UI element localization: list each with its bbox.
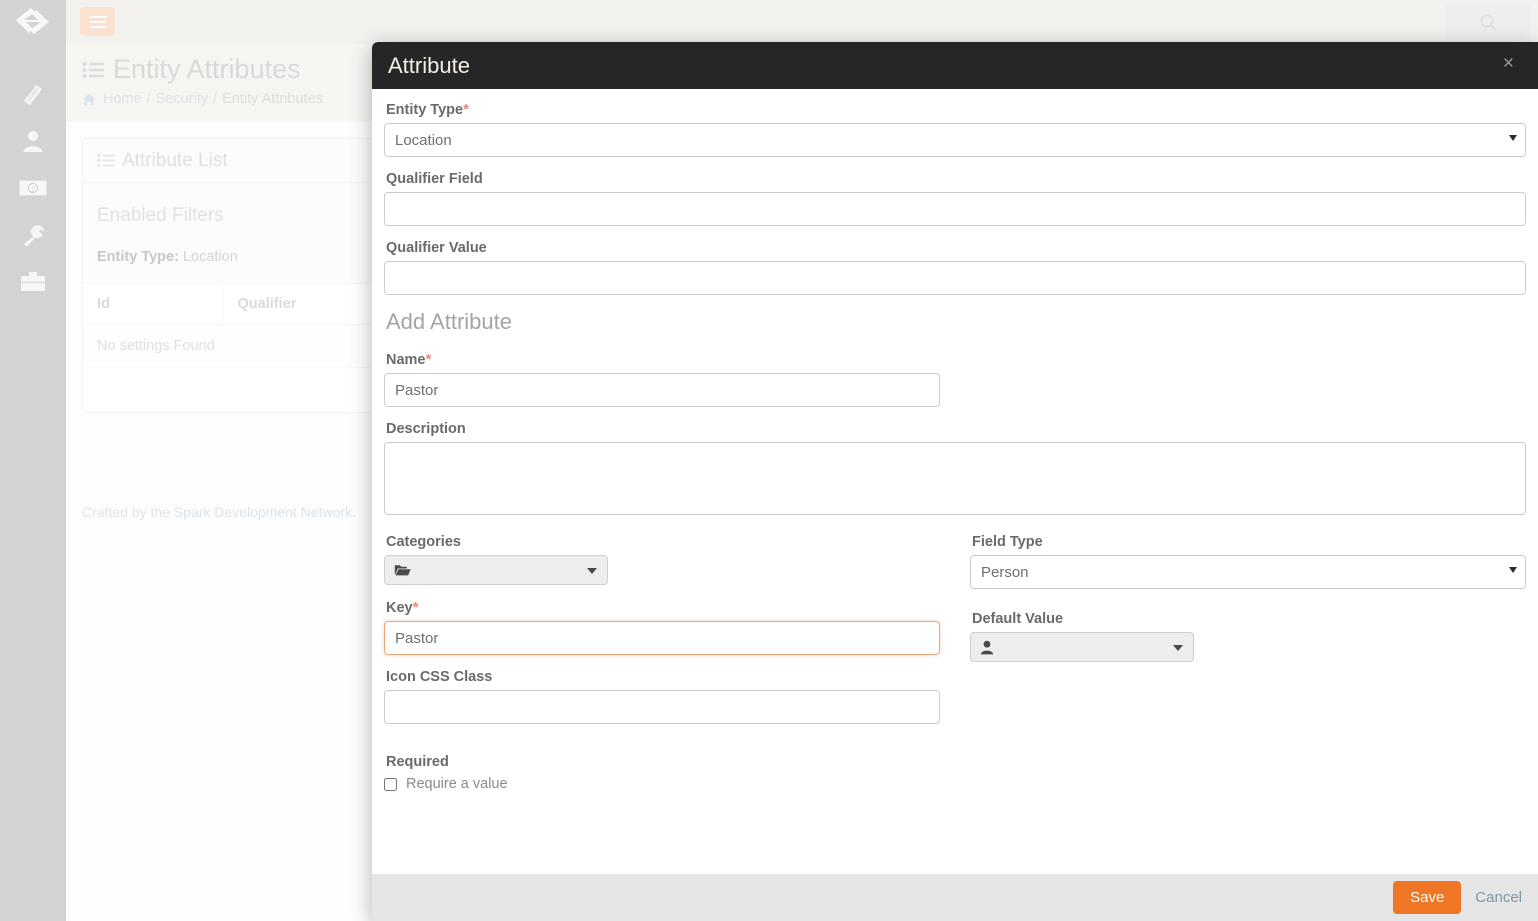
modal-footer: Save Cancel xyxy=(372,874,1538,921)
key-input[interactable] xyxy=(384,621,940,655)
add-attribute-heading: Add Attribute xyxy=(386,309,1526,335)
chevron-down-icon xyxy=(587,568,597,574)
field-name: Name* xyxy=(384,351,940,407)
key-label: Key* xyxy=(386,599,940,616)
field-description: Description xyxy=(384,421,1526,520)
field-type-label: Field Type xyxy=(972,534,1526,550)
entity-type-label: Entity Type* xyxy=(386,101,1526,118)
field-categories: Categories xyxy=(384,534,940,585)
field-key: Key* xyxy=(384,599,940,655)
require-a-value-checkbox[interactable] xyxy=(384,778,397,791)
modal-title: Attribute xyxy=(388,53,470,79)
left-column: Categories Key* xyxy=(384,534,970,738)
categories-label: Categories xyxy=(386,534,940,550)
save-button[interactable]: Save xyxy=(1393,881,1461,914)
cancel-button[interactable]: Cancel xyxy=(1475,889,1522,906)
attribute-modal: Attribute × Entity Type* Location Qualif… xyxy=(372,42,1538,921)
name-label: Name* xyxy=(386,351,940,368)
entity-type-select-wrap: Location xyxy=(384,123,1526,157)
field-icon-css-class: Icon CSS Class xyxy=(384,669,940,724)
field-type-select-wrap: Person xyxy=(970,555,1526,589)
default-value-person-picker[interactable] xyxy=(970,632,1194,662)
right-column: Field Type Person Default Value xyxy=(970,534,1526,738)
field-entity-type: Entity Type* Location xyxy=(384,101,1526,157)
modal-header: Attribute × xyxy=(372,42,1538,89)
required-marker: * xyxy=(463,101,469,118)
field-required: Required Require a value xyxy=(384,754,1526,792)
require-a-value-row: Require a value xyxy=(384,776,1526,792)
default-value-label: Default Value xyxy=(972,611,1526,627)
field-type-select[interactable]: Person xyxy=(970,555,1526,589)
icon-css-class-label: Icon CSS Class xyxy=(386,669,940,685)
required-marker: * xyxy=(426,351,432,368)
field-qualifier-value: Qualifier Value xyxy=(384,240,1526,295)
person-icon xyxy=(980,640,994,655)
field-default-value: Default Value xyxy=(970,611,1526,662)
icon-css-class-input[interactable] xyxy=(384,690,940,724)
qualifier-value-label: Qualifier Value xyxy=(386,240,1526,256)
qualifier-field-input[interactable] xyxy=(384,192,1526,226)
name-input[interactable] xyxy=(384,373,940,407)
categories-picker-button[interactable] xyxy=(384,555,608,585)
required-label: Required xyxy=(386,754,1526,770)
entity-type-select[interactable]: Location xyxy=(384,123,1526,157)
attribute-columns: Categories Key* xyxy=(384,534,1526,738)
app-root: 1 xyxy=(0,0,1538,921)
qualifier-value-input[interactable] xyxy=(384,261,1526,295)
folder-open-icon xyxy=(394,563,411,577)
modal-body: Entity Type* Location Qualifier Field Qu… xyxy=(372,89,1538,874)
chevron-down-icon xyxy=(1173,645,1183,651)
description-textarea[interactable] xyxy=(384,442,1526,515)
description-label: Description xyxy=(386,421,1526,437)
field-qualifier-field: Qualifier Field xyxy=(384,171,1526,226)
require-a-value-label[interactable]: Require a value xyxy=(406,776,508,792)
field-field-type: Field Type Person xyxy=(970,534,1526,589)
qualifier-field-label: Qualifier Field xyxy=(386,171,1526,187)
close-icon[interactable]: × xyxy=(1497,53,1520,74)
required-marker: * xyxy=(413,599,419,616)
entity-type-label-text: Entity Type xyxy=(386,102,463,118)
name-label-text: Name xyxy=(386,352,426,368)
key-label-text: Key xyxy=(386,600,413,616)
